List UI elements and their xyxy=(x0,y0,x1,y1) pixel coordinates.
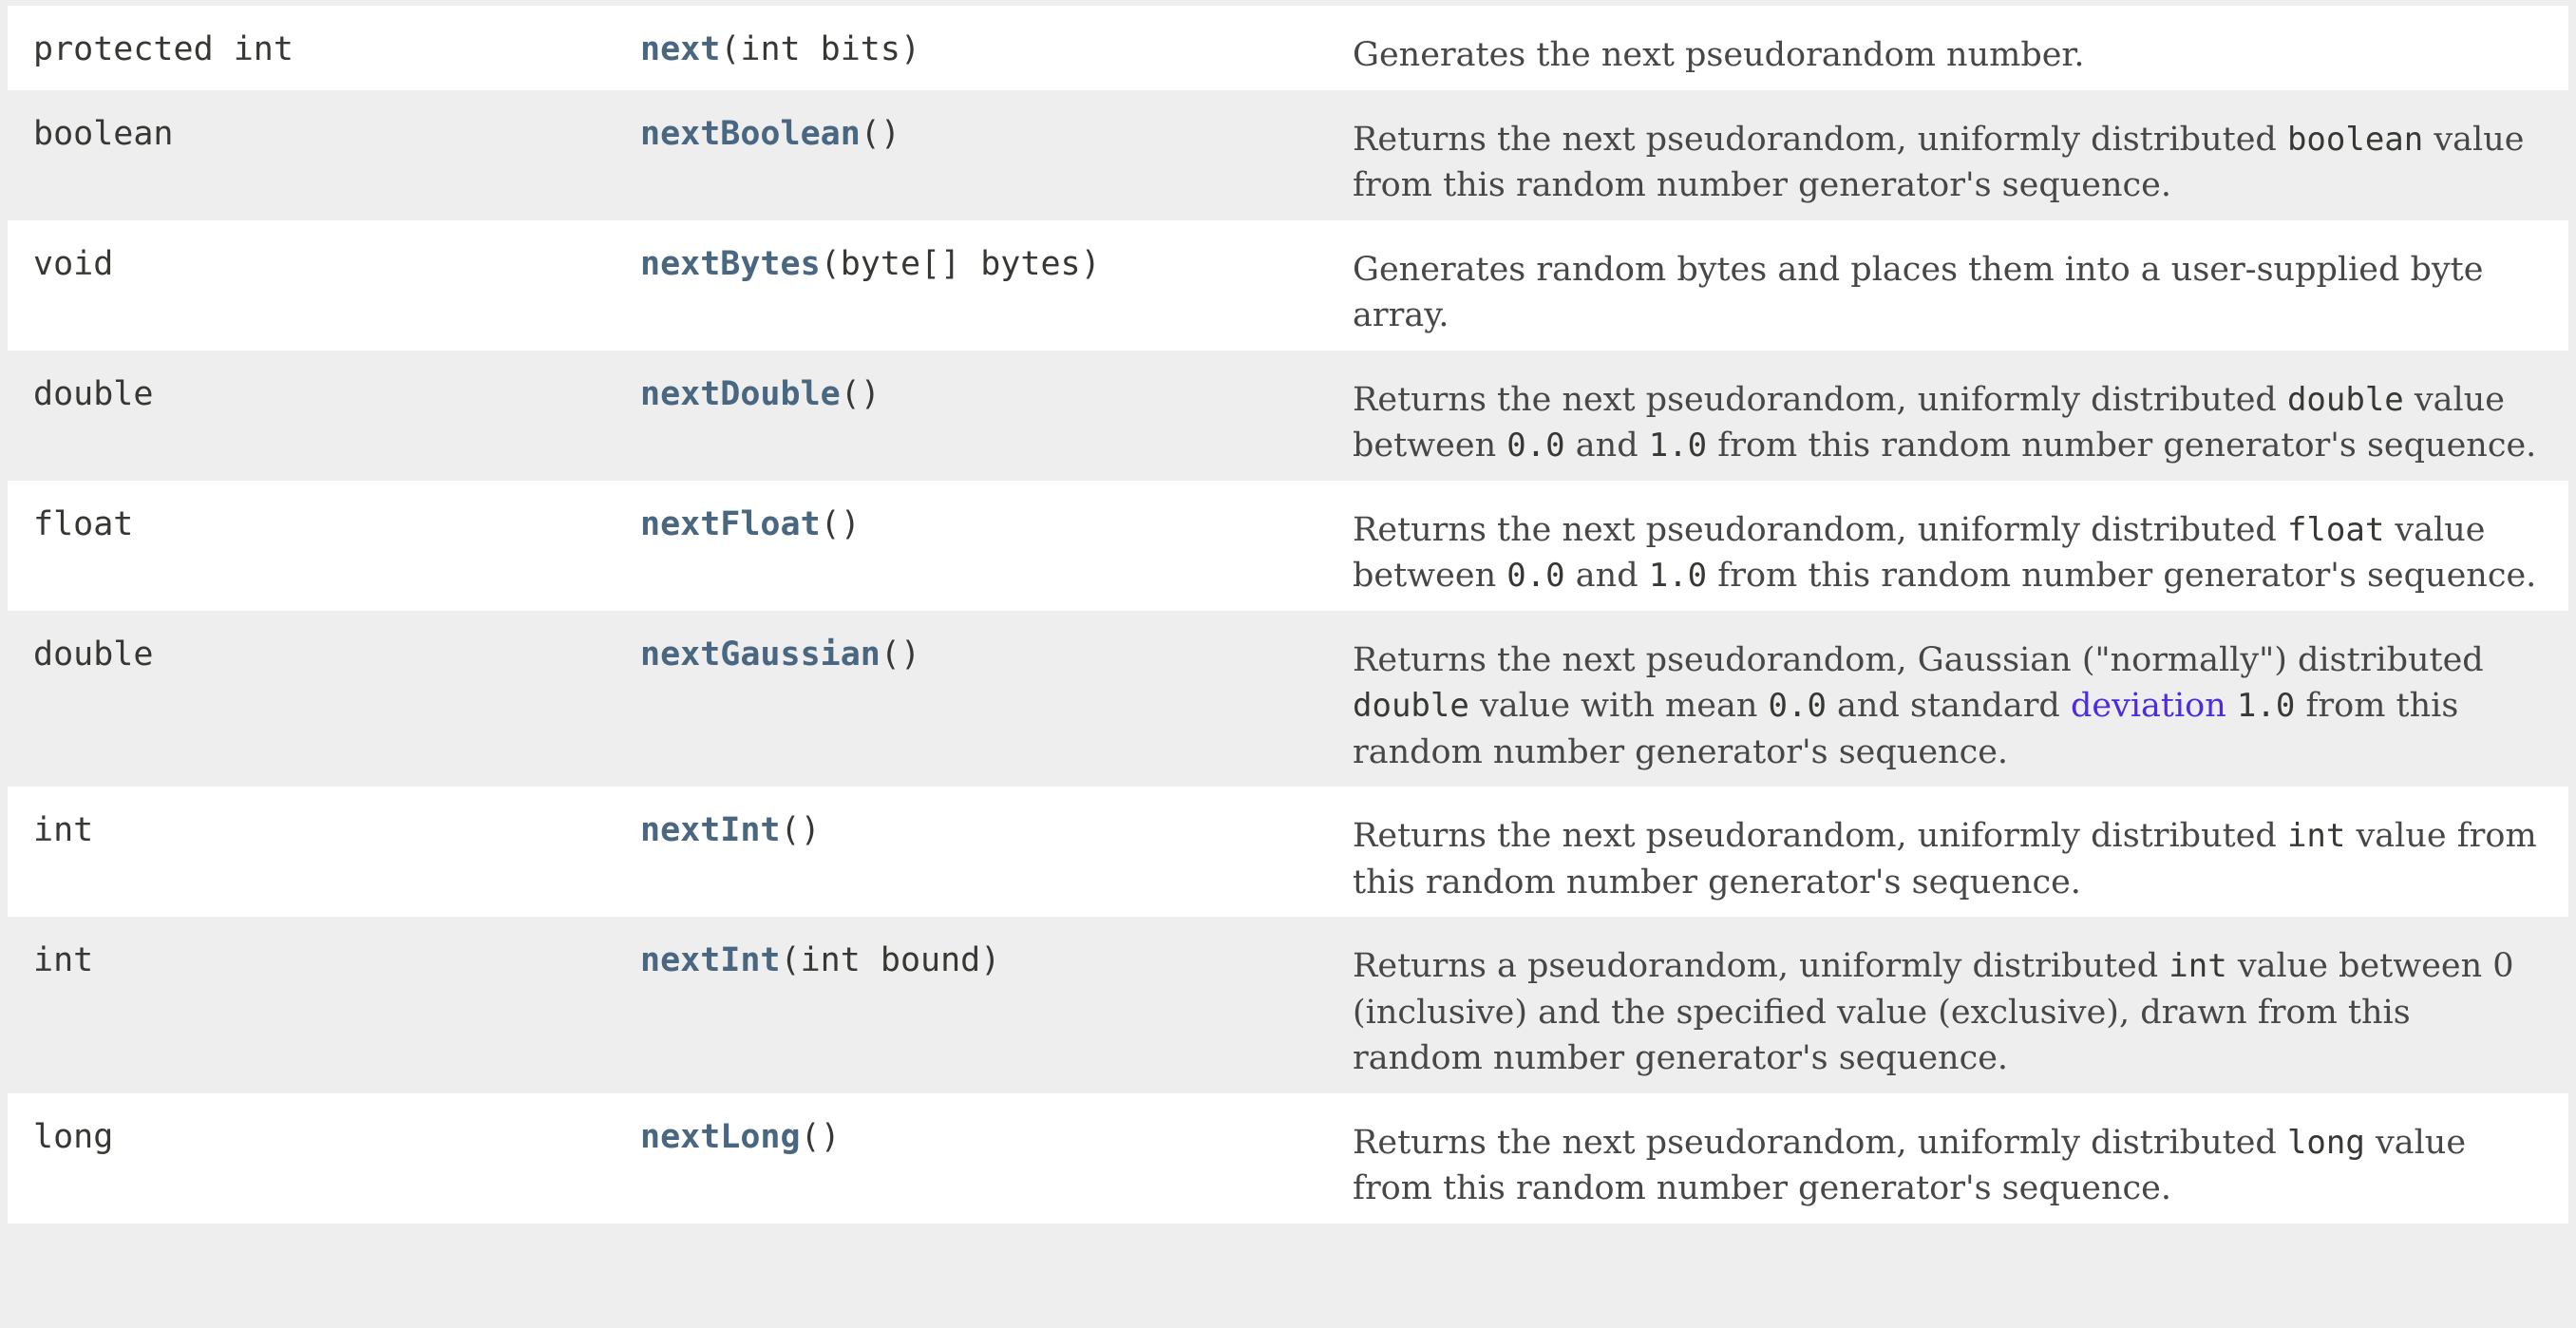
method-modifier: float xyxy=(8,480,640,611)
description-text: Generates the next pseudorandom number. xyxy=(1353,36,2085,74)
method-row-nextBoolean: boolean nextBoolean() Returns the next pse… xyxy=(8,89,2568,220)
description-text: from this random number generator's sequ… xyxy=(1707,427,2537,465)
method-modifier: void xyxy=(8,219,640,351)
method-description: Returns the next pseudorandom, uniformly… xyxy=(1353,480,2568,611)
inline-code: 1.0 xyxy=(1648,557,1708,595)
method-link-nextFloat[interactable]: nextFloat xyxy=(640,505,821,543)
method-link-nextGaussian[interactable]: nextGaussian xyxy=(640,636,881,673)
inline-code: int xyxy=(2169,947,2227,985)
method-row-nextBytes: void nextBytes(byte[] bytes) Generates ran… xyxy=(8,219,2568,351)
method-modifier: protected int xyxy=(8,6,640,90)
method-params: () xyxy=(780,811,821,849)
description-text: Generates random bytes and places them i… xyxy=(1353,250,2484,335)
method-params: (int bound) xyxy=(780,941,1001,979)
method-modifier: int xyxy=(8,787,640,917)
method-description: Generates the next pseudorandom number. xyxy=(1353,6,2568,90)
method-description: Returns the next pseudorandom, uniformly… xyxy=(1353,89,2568,220)
description-text: Returns the next pseudorandom, uniformly… xyxy=(1353,510,2287,549)
description-text xyxy=(2226,687,2237,725)
method-row-nextFloat: float nextFloat() Returns the next pseudor… xyxy=(8,480,2568,611)
inline-code: double xyxy=(2286,380,2404,419)
description-text: Returns the next pseudorandom, uniformly… xyxy=(1353,120,2287,159)
method-modifier: boolean xyxy=(8,89,640,220)
method-params: (int bits) xyxy=(720,30,921,68)
method-params: () xyxy=(880,635,921,673)
method-summary-body: protected int next(int bits) Generates the… xyxy=(8,6,2568,1224)
method-description: Generates random bytes and places them i… xyxy=(1353,219,2568,351)
description-text: and standard xyxy=(1826,687,2071,725)
method-row-nextDouble: double nextDouble() Returns the next pseud… xyxy=(8,350,2568,481)
method-row-nextGaussian: double nextGaussian() Returns the next pse… xyxy=(8,610,2568,787)
description-text: and xyxy=(1564,557,1649,595)
method-signature: nextFloat() xyxy=(640,480,1353,611)
method-params: () xyxy=(840,374,881,413)
method-params: () xyxy=(860,114,900,153)
method-link-nextLong[interactable]: nextLong xyxy=(640,1118,801,1156)
method-link-nextBoolean[interactable]: nextBoolean xyxy=(640,115,861,153)
description-text: from this random number generator's sequ… xyxy=(1707,557,2537,595)
method-description: Returns the next pseudorandom, uniformly… xyxy=(1353,787,2568,917)
inline-code: 0.0 xyxy=(1506,557,1565,595)
method-signature: nextInt() xyxy=(640,787,1353,917)
inline-code: boolean xyxy=(2286,120,2424,159)
inline-code: float xyxy=(2286,510,2385,549)
method-modifier: double xyxy=(8,350,640,481)
inline-code: 1.0 xyxy=(2236,687,2296,725)
method-signature: nextLong() xyxy=(640,1092,1353,1224)
inline-code: 0.0 xyxy=(1768,687,1827,725)
method-description: Returns the next pseudorandom, uniformly… xyxy=(1353,350,2568,481)
method-params: () xyxy=(800,1117,841,1156)
method-signature: nextGaussian() xyxy=(640,610,1353,787)
method-link-nextInt[interactable]: nextInt xyxy=(640,941,781,979)
description-text: Returns a pseudorandom, uniformly distri… xyxy=(1353,947,2169,985)
inline-code: 0.0 xyxy=(1506,427,1565,465)
description-text: Returns the next pseudorandom, uniformly… xyxy=(1353,1123,2287,1162)
method-modifier: double xyxy=(8,610,640,787)
description-link-deviation[interactable]: deviation xyxy=(2071,687,2226,725)
method-params: (byte[] bytes) xyxy=(820,244,1101,283)
inline-code: int xyxy=(2286,817,2346,855)
method-link-nextBytes[interactable]: nextBytes xyxy=(640,245,821,283)
method-signature: next(int bits) xyxy=(640,6,1353,90)
method-description: Returns a pseudorandom, uniformly distri… xyxy=(1353,917,2568,1093)
method-signature: nextBytes(byte[] bytes) xyxy=(640,219,1353,351)
method-link-nextDouble[interactable]: nextDouble xyxy=(640,375,841,413)
description-text: value with mean xyxy=(1468,687,1769,725)
description-text: Returns the next pseudorandom, Gaussian … xyxy=(1353,640,2484,679)
method-modifier: int xyxy=(8,917,640,1093)
method-row-next: protected int next(int bits) Generates the… xyxy=(8,6,2568,90)
description-text: and xyxy=(1564,427,1649,465)
method-link-next[interactable]: next xyxy=(640,30,720,68)
method-row-nextInt: int nextInt(int bound) Returns a pseudoran… xyxy=(8,917,2568,1093)
method-row-nextLong: long nextLong() Returns the next pseudoran… xyxy=(8,1092,2568,1224)
method-row-nextInt: int nextInt() Returns the next pseudorando… xyxy=(8,787,2568,917)
method-signature: nextDouble() xyxy=(640,350,1353,481)
description-text: Returns the next pseudorandom, uniformly… xyxy=(1353,380,2287,419)
method-params: () xyxy=(820,504,861,543)
inline-code: long xyxy=(2286,1123,2365,1162)
method-summary-table: protected int next(int bits) Generates the… xyxy=(8,6,2568,1224)
method-modifier: long xyxy=(8,1092,640,1224)
method-description: Returns the next pseudorandom, Gaussian … xyxy=(1353,610,2568,787)
description-text: Returns the next pseudorandom, uniformly… xyxy=(1353,817,2287,855)
inline-code: 1.0 xyxy=(1648,427,1708,465)
inline-code: double xyxy=(1353,687,1469,725)
method-description: Returns the next pseudorandom, uniformly… xyxy=(1353,1092,2568,1224)
method-signature: nextBoolean() xyxy=(640,89,1353,220)
method-link-nextInt[interactable]: nextInt xyxy=(640,811,781,849)
method-signature: nextInt(int bound) xyxy=(640,917,1353,1093)
